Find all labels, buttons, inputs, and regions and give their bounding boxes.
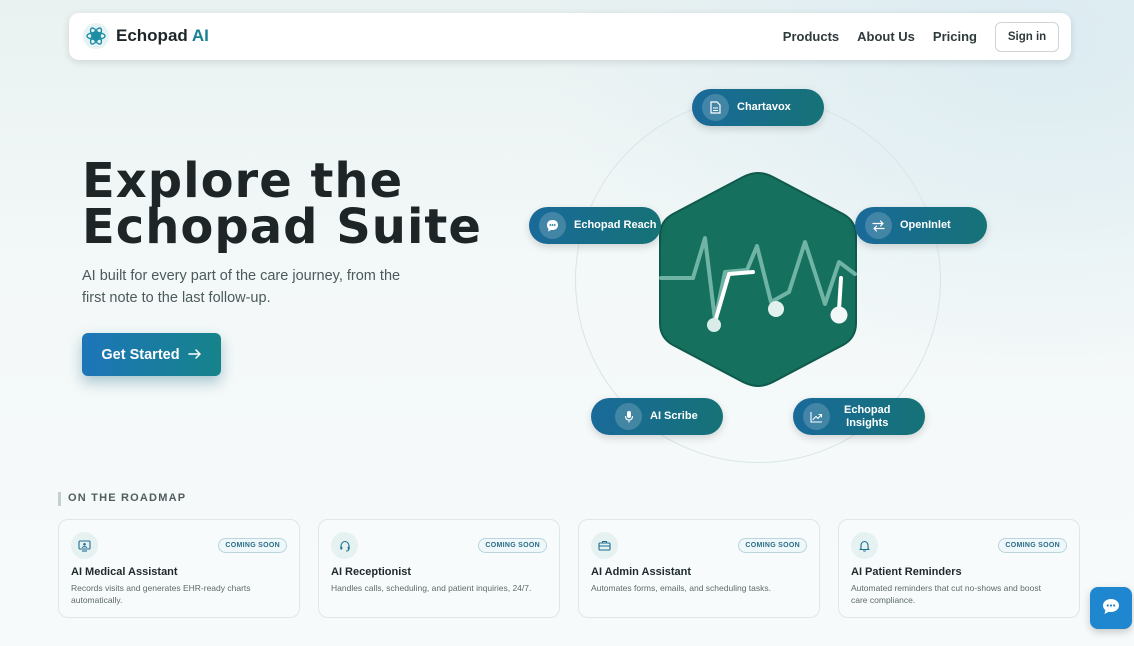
card-description: Automated reminders that cut no-shows an…	[851, 583, 1041, 605]
product-ai-scribe-label: AI Scribe	[650, 410, 698, 422]
brand-suffix: AI	[191, 26, 209, 45]
briefcase-icon	[591, 532, 618, 559]
product-chartavox-label: Chartavox	[737, 101, 791, 113]
coming-soon-badge: COMING SOON	[738, 538, 807, 553]
arrow-right-icon	[187, 347, 202, 363]
trend-up-icon	[803, 403, 830, 430]
card-title: AI Admin Assistant	[591, 566, 692, 578]
product-echopad-reach[interactable]: Echopad Reach	[529, 207, 661, 244]
roadmap-card-receptionist[interactable]: COMING SOON AI Receptionist Handles call…	[318, 519, 560, 618]
product-echopad-insights-label: Echopad Insights	[844, 404, 890, 430]
card-description: Handles calls, scheduling, and patient i…	[331, 583, 532, 593]
bell-icon	[851, 532, 878, 559]
atom-logo-icon[interactable]	[83, 23, 109, 49]
main-nav: Products About Us Pricing Sign in	[783, 13, 1059, 60]
roadmap-card-medical-assistant[interactable]: COMING SOON AI Medical Assistant Records…	[58, 519, 300, 618]
coming-soon-badge: COMING SOON	[478, 538, 547, 553]
hero-title-line2: Echopad Suite	[82, 199, 482, 255]
product-chartavox[interactable]: Chartavox	[692, 89, 824, 126]
chat-bubble-icon	[539, 212, 566, 239]
heartbeat-hexagon-icon	[655, 170, 861, 395]
hero-title: Explore the Echopad Suite	[82, 157, 502, 251]
product-echopad-insights[interactable]: Echopad Insights	[793, 398, 925, 435]
card-title: AI Receptionist	[331, 566, 412, 578]
coming-soon-badge: COMING SOON	[218, 538, 287, 553]
product-openinlet[interactable]: OpenInlet	[855, 207, 987, 244]
document-icon	[702, 94, 729, 121]
product-echopad-reach-label: Echopad Reach	[574, 219, 657, 231]
card-title: AI Patient Reminders	[851, 566, 962, 578]
nav-pricing[interactable]: Pricing	[933, 29, 977, 44]
brand-name[interactable]: Echopad AI	[116, 26, 209, 46]
hero-subtitle: AI built for every part of the care jour…	[82, 268, 401, 306]
swap-arrows-icon	[865, 212, 892, 239]
nav-about-us[interactable]: About Us	[857, 29, 915, 44]
card-description: Automates forms, emails, and scheduling …	[591, 583, 771, 593]
roadmap-card-admin-assistant[interactable]: COMING SOON AI Admin Assistant Automates…	[578, 519, 820, 618]
card-description: Records visits and generates EHR-ready c…	[71, 583, 251, 605]
insights-line2: Insights	[846, 416, 889, 429]
chat-widget-button[interactable]	[1090, 587, 1132, 629]
sign-in-button[interactable]: Sign in	[995, 21, 1059, 52]
headset-icon	[331, 532, 358, 559]
chat-icon	[1102, 598, 1120, 618]
get-started-label: Get Started	[101, 346, 180, 363]
top-navbar: Echopad AI Products About Us Pricing Sig…	[69, 13, 1071, 60]
get-started-button[interactable]: Get Started	[82, 333, 221, 376]
monitor-user-icon	[71, 532, 98, 559]
brand-name-text: Echopad	[116, 26, 188, 45]
nav-products[interactable]: Products	[783, 29, 839, 44]
card-title: AI Medical Assistant	[71, 566, 178, 578]
coming-soon-badge: COMING SOON	[998, 538, 1067, 553]
roadmap-card-patient-reminders[interactable]: COMING SOON AI Patient Reminders Automat…	[838, 519, 1080, 618]
roadmap-heading: ON THE ROADMAP	[58, 492, 186, 506]
product-ai-scribe[interactable]: AI Scribe	[591, 398, 723, 435]
insights-line1: Echopad	[844, 403, 891, 416]
product-openinlet-label: OpenInlet	[900, 219, 951, 231]
microphone-icon	[615, 403, 642, 430]
